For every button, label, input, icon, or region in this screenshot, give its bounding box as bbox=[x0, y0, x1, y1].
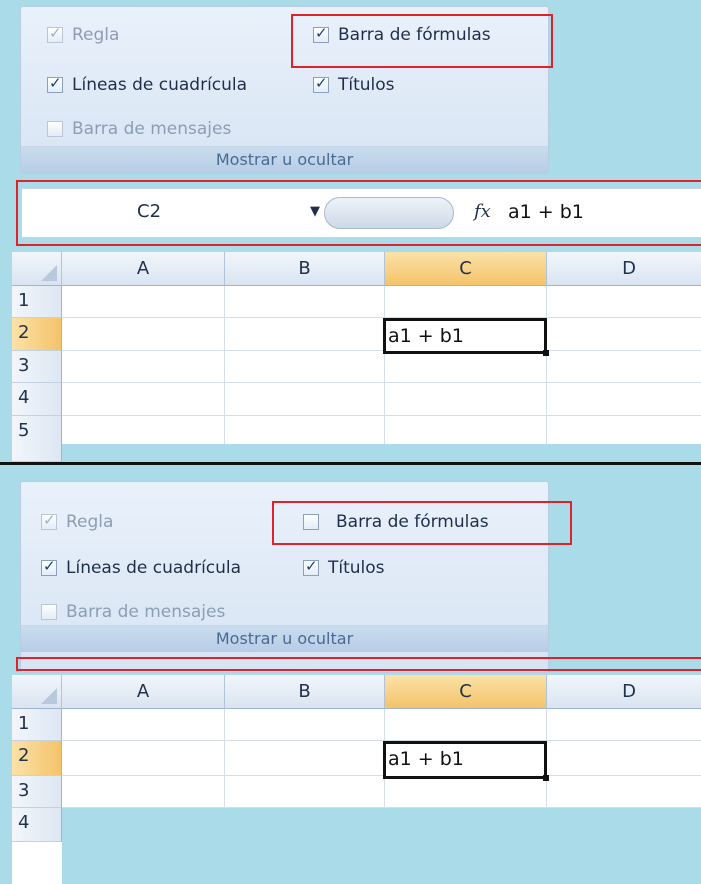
row-header-3[interactable]: 3 bbox=[12, 776, 62, 808]
highlight-formula-checkbox bbox=[272, 501, 572, 545]
checkbox-icon bbox=[313, 74, 329, 93]
row-line-2 bbox=[62, 741, 701, 776]
column-header-c[interactable]: C bbox=[385, 675, 547, 709]
checkbox-icon bbox=[47, 24, 63, 43]
row-header-1[interactable]: 1 bbox=[12, 286, 62, 318]
checkbox-icon bbox=[41, 604, 57, 620]
gridlines-checkbox[interactable]: Líneas de cuadrícula bbox=[41, 557, 242, 578]
row-line-1 bbox=[62, 286, 701, 318]
column-header-a[interactable]: A bbox=[62, 252, 225, 286]
column-header-d[interactable]: D bbox=[547, 675, 701, 709]
checkbox-icon bbox=[41, 557, 57, 576]
gridlines-checkbox[interactable]: Líneas de cuadrícula bbox=[47, 74, 248, 95]
message-bar-checkbox[interactable]: Barra de mensajes bbox=[41, 602, 225, 622]
row-line-2 bbox=[62, 318, 701, 351]
grid-bottom-band bbox=[62, 808, 701, 884]
row-header-3[interactable]: 3 bbox=[12, 351, 62, 383]
row-header-1[interactable]: 1 bbox=[12, 709, 62, 741]
message-bar-label: Barra de mensajes bbox=[66, 602, 226, 622]
active-cell-c2[interactable]: a1 + b1 bbox=[383, 318, 549, 356]
checkbox-icon bbox=[47, 74, 63, 93]
row-line-3 bbox=[62, 351, 701, 383]
row-header-4-overlay[interactable]: 4 bbox=[12, 808, 62, 842]
highlight-hidden-formula-bar bbox=[16, 657, 701, 671]
select-all-corner[interactable] bbox=[12, 252, 62, 286]
row-header-4[interactable]: 4 bbox=[12, 383, 62, 416]
top-panel: Regla Barra de fórmulas Líneas de cuadrí… bbox=[0, 0, 701, 462]
grid-bottom-band bbox=[62, 444, 701, 462]
ruler-label: Regla bbox=[72, 25, 120, 45]
active-cell-c2[interactable]: a1 + b1 bbox=[383, 741, 549, 781]
headings-label: Títulos bbox=[338, 75, 395, 95]
headings-label: Títulos bbox=[328, 558, 385, 578]
message-bar-label: Barra de mensajes bbox=[72, 119, 232, 139]
column-header-b[interactable]: B bbox=[225, 252, 385, 286]
group-label: Mostrar u ocultar bbox=[21, 625, 548, 652]
column-header-b[interactable]: B bbox=[225, 675, 385, 709]
message-bar-checkbox[interactable]: Barra de mensajes bbox=[47, 119, 231, 139]
ruler-checkbox[interactable]: Regla bbox=[41, 511, 114, 532]
select-all-corner[interactable] bbox=[12, 675, 62, 709]
column-header-a[interactable]: A bbox=[62, 675, 225, 709]
gridlines-label: Líneas de cuadrícula bbox=[66, 558, 242, 578]
gridlines-label: Líneas de cuadrícula bbox=[72, 75, 248, 95]
row-header-2[interactable]: 2 bbox=[12, 318, 62, 351]
checkbox-icon bbox=[303, 557, 319, 576]
highlight-formula-checkbox bbox=[291, 14, 553, 68]
row-line-3 bbox=[62, 776, 701, 808]
headings-checkbox[interactable]: Títulos bbox=[313, 74, 395, 95]
checkbox-icon bbox=[47, 121, 63, 137]
row-header-5[interactable]: 5 bbox=[12, 416, 62, 462]
row-line-1 bbox=[62, 709, 701, 741]
highlight-formula-bar bbox=[16, 180, 701, 246]
row-header-2[interactable]: 2 bbox=[12, 741, 62, 776]
ruler-checkbox[interactable]: Regla bbox=[47, 24, 120, 45]
worksheet-grid: A B C D 1 2 3 4 5 a1 + b1 bbox=[12, 252, 701, 462]
column-header-d[interactable]: D bbox=[547, 252, 701, 286]
bottom-panel: Regla Barra de fórmulas Líneas de cuadrí… bbox=[0, 465, 701, 884]
row-line-4 bbox=[62, 383, 701, 416]
headings-checkbox[interactable]: Títulos bbox=[303, 557, 385, 578]
ruler-label: Regla bbox=[66, 512, 114, 532]
checkbox-icon bbox=[41, 511, 57, 530]
group-label: Mostrar u ocultar bbox=[21, 146, 548, 173]
column-header-c[interactable]: C bbox=[385, 252, 547, 286]
worksheet-grid: A B C D 1 2 3 4 a1 + b1 4 bbox=[12, 675, 701, 884]
